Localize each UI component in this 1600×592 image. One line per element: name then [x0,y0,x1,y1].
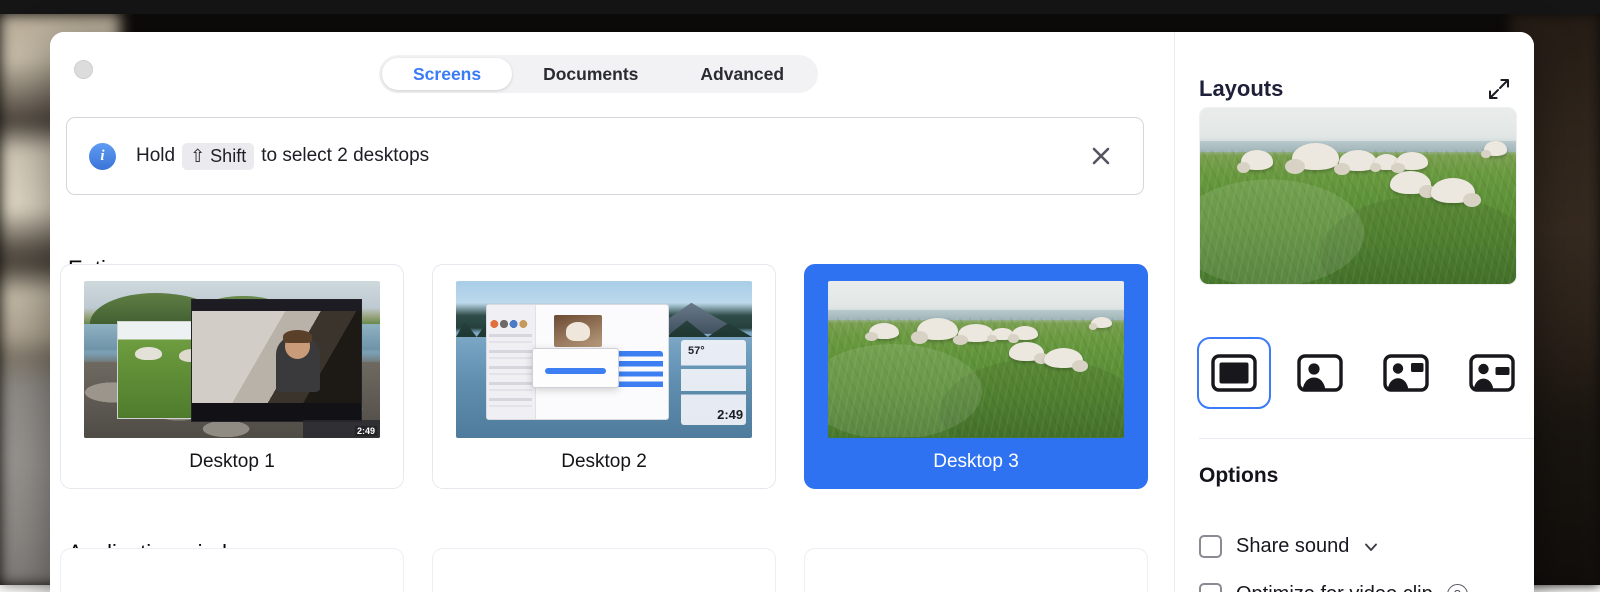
banner-text: Hold ⇧ Shift to select 2 desktops [136,143,429,170]
screen-card-desktop-2[interactable]: 57° 2:49 Desktop 2 [432,264,776,489]
layouts-header: Layouts [1199,74,1514,104]
optimize-video-checkbox[interactable] [1199,583,1222,592]
lake-wallpaper: 57° 2:49 [456,281,752,438]
banner-suffix: to select 2 desktops [261,145,429,167]
coastal-wallpaper: 2:49 [84,281,380,438]
chat-window [486,304,670,420]
expand-icon[interactable] [1484,74,1514,104]
shared-photo [554,315,602,347]
sheep [869,323,899,339]
option-share-sound[interactable]: Share sound [1199,535,1379,558]
sheep [1292,143,1339,169]
screen-card-desktop-3[interactable]: Desktop 3 [804,264,1148,489]
shift-hint-banner: i Hold ⇧ Shift to select 2 desktops [66,117,1144,195]
sheep [1012,326,1039,340]
os-menu-bar [0,0,1600,14]
info-icon: i [89,143,116,170]
layout-mode-person-left[interactable] [1283,337,1357,409]
entire-screen-card-row: 2:49 Desktop 1 [60,264,1148,489]
avatar-row [489,319,533,329]
chat-sidebar [487,305,536,419]
sheep-meadow-wallpaper [828,281,1124,438]
layout-mode-screen-only[interactable] [1197,337,1271,409]
shift-keycap: ⇧ Shift [182,143,254,170]
screen-card-label: Desktop 3 [933,451,1019,473]
clock-widget: 2:49 [717,407,743,422]
tab-screens[interactable]: Screens [382,58,512,90]
person-hair [283,330,312,343]
help-icon[interactable]: ? [1447,584,1468,592]
tab-documents[interactable]: Documents [512,58,669,90]
optimize-video-label: Optimize for video clip [1236,583,1433,592]
sheep [1009,342,1045,361]
screen-card-label: Desktop 2 [561,451,647,473]
shift-key-label: Shift [210,146,246,167]
app-window-card[interactable] [432,548,776,592]
layout-mode-person-panel[interactable] [1369,337,1443,409]
share-screen-dialog: Screens Documents Advanced i Hold ⇧ Shif… [50,32,1534,592]
layout-mode-buttons [1197,337,1529,409]
screen-card-desktop-1[interactable]: 2:49 Desktop 1 [60,264,404,489]
sheep-meadow-preview [1200,108,1516,284]
person-bar-icon [1469,354,1515,392]
layouts-sidebar: Layouts [1174,32,1534,592]
sheep [1091,317,1112,328]
layout-preview-thumbnail [1199,107,1517,285]
video-controls-bar [192,403,362,421]
banner-prefix: Hold [136,145,175,167]
tab-bar: Screens Documents Advanced [379,55,818,93]
window-close-dot[interactable] [74,60,93,79]
person-left-icon [1297,354,1343,392]
modal-dialog [532,348,619,388]
layout-mode-person-bar[interactable] [1455,337,1529,409]
shift-symbol-icon: ⇧ [190,146,205,167]
layouts-title: Layouts [1199,76,1283,102]
sheep [1431,178,1475,203]
weather-widget-temp: 57° [688,345,705,357]
video-feed [192,311,362,403]
taskbar-clock: 2:49 [355,426,377,436]
screen-card-label: Desktop 1 [189,451,275,473]
dialog-titlebar: Screens Documents Advanced [50,32,1174,110]
sheep [1241,150,1273,169]
sheep [1396,152,1428,170]
options-title: Options [1199,464,1278,488]
tab-advanced[interactable]: Advanced [669,58,815,90]
app-window-card[interactable] [804,548,1148,592]
sheep [1390,171,1431,194]
close-icon[interactable] [1085,140,1117,172]
conversation-list [489,334,532,412]
chevron-down-icon[interactable] [1363,539,1379,555]
app-window-card[interactable] [60,548,404,592]
application-windows-card-row [60,548,1148,592]
option-optimize-for-video-clip[interactable]: Optimize for video clip ? [1199,583,1468,592]
sheep [917,318,958,340]
sidebar-divider [1199,438,1534,439]
screen-only-icon [1211,354,1257,392]
sheep [1484,141,1506,155]
sheep [1044,348,1082,368]
desktop-3-thumbnail [828,281,1124,438]
share-sound-label: Share sound [1236,535,1349,558]
desktop-1-thumbnail: 2:49 [84,281,380,438]
share-sound-checkbox[interactable] [1199,535,1222,558]
video-call-window [191,299,363,421]
desktop-2-thumbnail: 57° 2:49 [456,281,752,438]
dialog-primary-button [545,368,606,374]
person-panel-icon [1383,354,1429,392]
video-window-titlebar [192,300,362,311]
screens-pane: Screens Documents Advanced i Hold ⇧ Shif… [50,32,1174,592]
